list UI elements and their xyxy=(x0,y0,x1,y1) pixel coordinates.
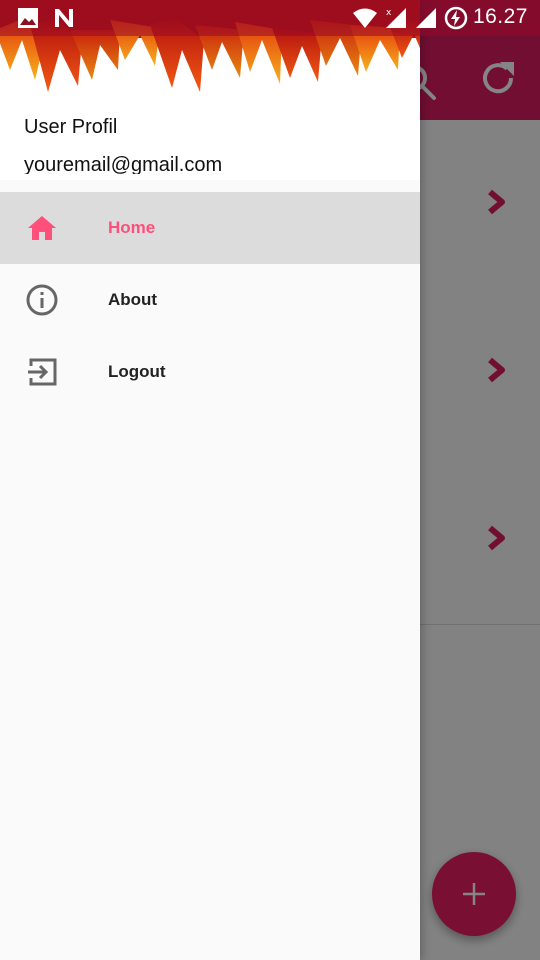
home-icon xyxy=(24,210,60,246)
drawer-item-about[interactable]: About xyxy=(0,264,420,336)
drawer-item-home[interactable]: Home xyxy=(0,192,420,264)
status-bar: x 16.27 xyxy=(0,0,540,36)
signal-x-icon: x xyxy=(386,8,406,28)
drawer-menu: Home About Logout xyxy=(0,192,420,408)
drawer-item-label: Home xyxy=(108,218,156,237)
user-name: User Profil xyxy=(24,116,118,138)
logout-icon xyxy=(24,354,60,390)
signal-icon xyxy=(416,8,436,28)
navigation-drawer: User Profil youremail@gmail.com Home Abo… xyxy=(0,0,420,960)
user-email: youremail@gmail.com xyxy=(24,154,223,174)
drawer-item-label: About xyxy=(108,290,158,309)
drawer-item-logout[interactable]: Logout xyxy=(0,336,420,408)
svg-text:x: x xyxy=(386,8,392,18)
battery-charging-icon xyxy=(444,6,468,30)
gallery-icon xyxy=(18,8,38,28)
status-time: 16.27 xyxy=(472,5,528,28)
info-icon xyxy=(24,282,60,318)
wifi-icon xyxy=(353,8,377,28)
drawer-item-label: Logout xyxy=(108,362,166,381)
n-notification-icon xyxy=(55,9,73,27)
